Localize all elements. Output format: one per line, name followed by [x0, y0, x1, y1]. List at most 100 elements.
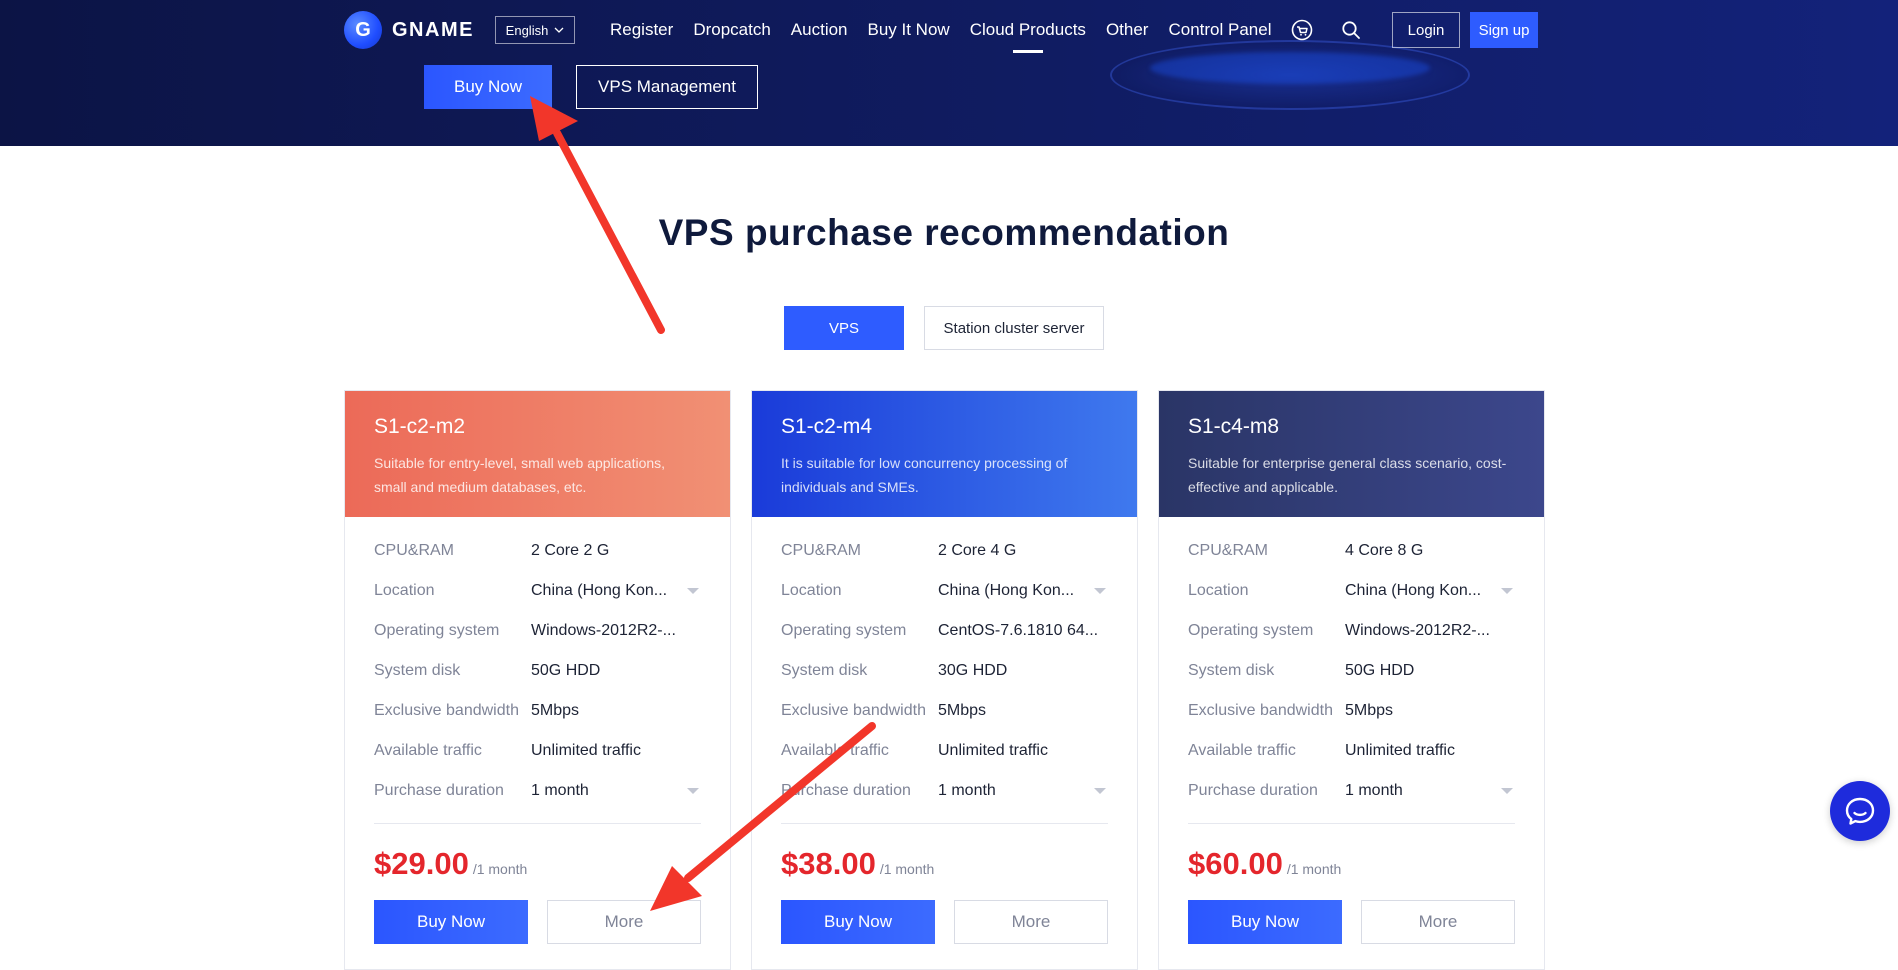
spec-label: CPU&RAM: [374, 542, 455, 559]
cart-icon[interactable]: [1290, 18, 1314, 42]
spec-row-duration[interactable]: Purchase duration 1 month: [781, 771, 1108, 811]
price: $38.00: [781, 846, 876, 881]
buy-now-button[interactable]: Buy Now: [1188, 900, 1342, 944]
spec-row-location[interactable]: Location China (Hong Kon...: [374, 571, 701, 611]
spec-label: Available traffic: [374, 742, 482, 759]
language-label: English: [505, 22, 549, 38]
plan-description: It is suitable for low concurrency proce…: [781, 455, 1068, 495]
location-select[interactable]: China (Hong Kon...: [531, 582, 701, 600]
buy-now-button[interactable]: Buy Now: [374, 900, 528, 944]
spec-row-location[interactable]: Location China (Hong Kon...: [781, 571, 1108, 611]
login-button[interactable]: Login: [1392, 12, 1460, 48]
duration-select[interactable]: 1 month: [531, 782, 701, 800]
spec-label: Exclusive bandwidth: [1188, 702, 1333, 719]
price-period: /1 month: [879, 861, 935, 877]
spec-label: Purchase duration: [781, 782, 911, 799]
plan-description: Suitable for enterprise general class sc…: [1188, 455, 1507, 495]
logo[interactable]: G GNAME: [344, 11, 474, 49]
spec-row-system-disk: System disk 30G HDD: [781, 651, 1108, 691]
spec-value: Unlimited traffic: [531, 742, 641, 759]
spec-row-duration[interactable]: Purchase duration 1 month: [1188, 771, 1515, 811]
spec-row-system-disk: System disk 50G HDD: [1188, 651, 1515, 691]
spec-row-operating-system: Operating system Windows-2012R2-...: [1188, 611, 1515, 651]
spec-label: CPU&RAM: [1188, 542, 1269, 559]
plan-card-s1-c2-m4: S1-c2-m4 It is suitable for low concurre…: [751, 390, 1138, 970]
chat-icon[interactable]: [1830, 781, 1890, 841]
spec-row-traffic: Available traffic Unlimited traffic: [374, 731, 701, 771]
spec-value: 5Mbps: [1345, 702, 1394, 719]
nav-item-other[interactable]: Other: [1106, 0, 1149, 60]
plan-card-s1-c4-m8: S1-c4-m8 Suitable for enterprise general…: [1158, 390, 1545, 970]
hero-buy-now-button[interactable]: Buy Now: [424, 65, 552, 109]
caret-down-icon[interactable]: [1501, 788, 1513, 794]
plan-card-header: S1-c2-m2 Suitable for entry-level, small…: [345, 391, 730, 517]
nav-item-auction[interactable]: Auction: [791, 0, 848, 60]
buy-now-button[interactable]: Buy Now: [781, 900, 935, 944]
price: $29.00: [374, 846, 469, 881]
spec-label: Operating system: [374, 622, 500, 639]
duration-select[interactable]: 1 month: [938, 782, 1108, 800]
vps-management-button[interactable]: VPS Management: [576, 65, 758, 109]
plan-name: S1-c4-m8: [1188, 415, 1280, 438]
language-select[interactable]: English: [495, 16, 575, 44]
spec-value: 50G HDD: [1345, 662, 1415, 679]
spec-label: System disk: [1188, 662, 1275, 679]
caret-down-icon[interactable]: [1094, 588, 1106, 594]
tab-vps[interactable]: VPS: [784, 306, 904, 350]
plan-description: Suitable for entry-level, small web appl…: [374, 455, 666, 495]
price-period: /1 month: [1286, 861, 1342, 877]
more-button[interactable]: More: [954, 900, 1108, 944]
main-menu: Register Dropcatch Auction Buy It Now Cl…: [610, 0, 1291, 60]
spec-label: CPU&RAM: [781, 542, 862, 559]
search-icon[interactable]: [1339, 18, 1363, 42]
spec-row-traffic: Available traffic Unlimited traffic: [1188, 731, 1515, 771]
caret-down-icon[interactable]: [687, 588, 699, 594]
spec-row-operating-system: Operating system Windows-2012R2-...: [374, 611, 701, 651]
nav-item-register[interactable]: Register: [610, 0, 673, 60]
spec-label: Location: [781, 582, 842, 599]
duration-select[interactable]: 1 month: [1345, 782, 1515, 800]
spec-value: CentOS-7.6.1810 64...: [938, 622, 1099, 639]
spec-label: System disk: [374, 662, 461, 679]
spec-label: System disk: [781, 662, 868, 679]
spec-value: 4 Core 8 G: [1345, 542, 1424, 559]
signup-button[interactable]: Sign up: [1470, 12, 1538, 48]
nav-item-cloud-products[interactable]: Cloud Products: [970, 0, 1086, 60]
caret-down-icon[interactable]: [1501, 588, 1513, 594]
location-select[interactable]: China (Hong Kon...: [1345, 582, 1515, 600]
tab-station-cluster-server[interactable]: Station cluster server: [924, 306, 1104, 350]
spec-row-location[interactable]: Location China (Hong Kon...: [1188, 571, 1515, 611]
caret-down-icon[interactable]: [1094, 788, 1106, 794]
spec-value: Unlimited traffic: [1345, 742, 1455, 759]
location-select[interactable]: China (Hong Kon...: [938, 582, 1108, 600]
nav-item-buy-it-now[interactable]: Buy It Now: [868, 0, 950, 60]
price-row: $38.00 /1 month: [752, 824, 1137, 882]
product-tabs: VPS Station cluster server: [784, 306, 1104, 350]
spec-label: Exclusive bandwidth: [781, 702, 926, 719]
top-nav: G GNAME English Register Dropcatch Aucti…: [0, 0, 1898, 60]
price: $60.00: [1188, 846, 1283, 881]
spec-list: CPU&RAM 4 Core 8 G Location China (Hong Ko…: [1159, 517, 1544, 811]
nav-item-control-panel[interactable]: Control Panel: [1168, 0, 1271, 60]
price-period: /1 month: [472, 861, 528, 877]
spec-label: Operating system: [781, 622, 907, 639]
spec-list: CPU&RAM 2 Core 2 G Location China (Hong Ko…: [345, 517, 730, 811]
spec-list: CPU&RAM 2 Core 4 G Location China (Hong Ko…: [752, 517, 1137, 811]
spec-label: Available traffic: [781, 742, 889, 759]
more-button[interactable]: More: [547, 900, 701, 944]
spec-row-cpu-ram: CPU&RAM 2 Core 2 G: [374, 531, 701, 571]
caret-down-icon[interactable]: [687, 788, 699, 794]
more-button[interactable]: More: [1361, 900, 1515, 944]
spec-value: 2 Core 4 G: [938, 542, 1017, 559]
plan-name: S1-c2-m4: [781, 415, 873, 438]
spec-label: Exclusive bandwidth: [374, 702, 519, 719]
section-title: VPS purchase recommendation: [658, 212, 1230, 253]
spec-label: Operating system: [1188, 622, 1314, 639]
spec-label: Purchase duration: [374, 782, 504, 799]
spec-row-duration[interactable]: Purchase duration 1 month: [374, 771, 701, 811]
spec-value: 50G HDD: [531, 662, 601, 679]
spec-value: Windows-2012R2-...: [1345, 622, 1490, 639]
spec-row-cpu-ram: CPU&RAM 2 Core 4 G: [781, 531, 1108, 571]
spec-row-traffic: Available traffic Unlimited traffic: [781, 731, 1108, 771]
nav-item-dropcatch[interactable]: Dropcatch: [693, 0, 770, 60]
